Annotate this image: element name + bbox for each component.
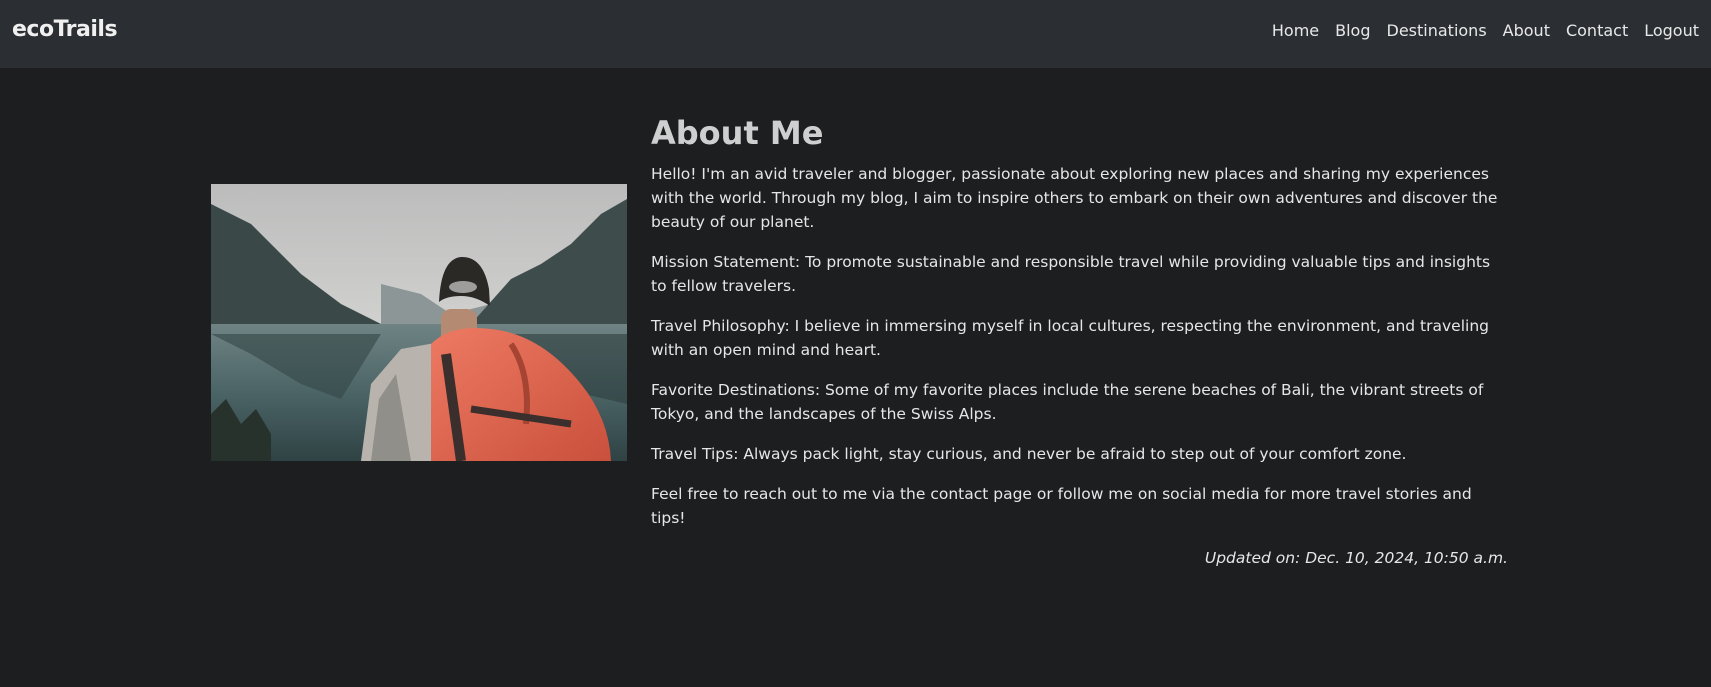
nav-link-blog[interactable]: Blog	[1335, 21, 1370, 40]
nav-links: Home Blog Destinations About Contact Log…	[1272, 21, 1699, 40]
favorite-destinations: Favorite Destinations: Some of my favori…	[651, 381, 1484, 424]
nav-link-home[interactable]: Home	[1272, 21, 1319, 40]
page-title: About Me	[651, 114, 824, 152]
nav-link-about[interactable]: About	[1503, 21, 1550, 40]
traveler-lake-photo	[211, 184, 627, 461]
brand-logo[interactable]: ecoTrails	[12, 17, 118, 42]
nav-link-contact[interactable]: Contact	[1566, 21, 1628, 40]
nav-link-destinations[interactable]: Destinations	[1387, 21, 1487, 40]
mission-statement: Mission Statement: To promote sustainabl…	[651, 253, 1491, 296]
nav-link-logout[interactable]: Logout	[1644, 21, 1699, 40]
navbar: ecoTrails Home Blog Destinations About C…	[0, 0, 1711, 68]
about-content: About Me Hello! I'm an avid traveler and…	[651, 114, 1508, 570]
travel-philosophy: Travel Philosophy: I believe in immersin…	[651, 317, 1489, 360]
travel-tips: Travel Tips: Always pack light, stay cur…	[651, 445, 1407, 464]
about-intro: Hello! I'm an avid traveler and blogger,…	[651, 165, 1498, 232]
contact-invitation: Feel free to reach out to me via the con…	[651, 485, 1472, 528]
updated-timestamp: Updated on: Dec. 10, 2024, 10:50 a.m.	[1204, 549, 1508, 568]
about-photo	[211, 184, 627, 461]
